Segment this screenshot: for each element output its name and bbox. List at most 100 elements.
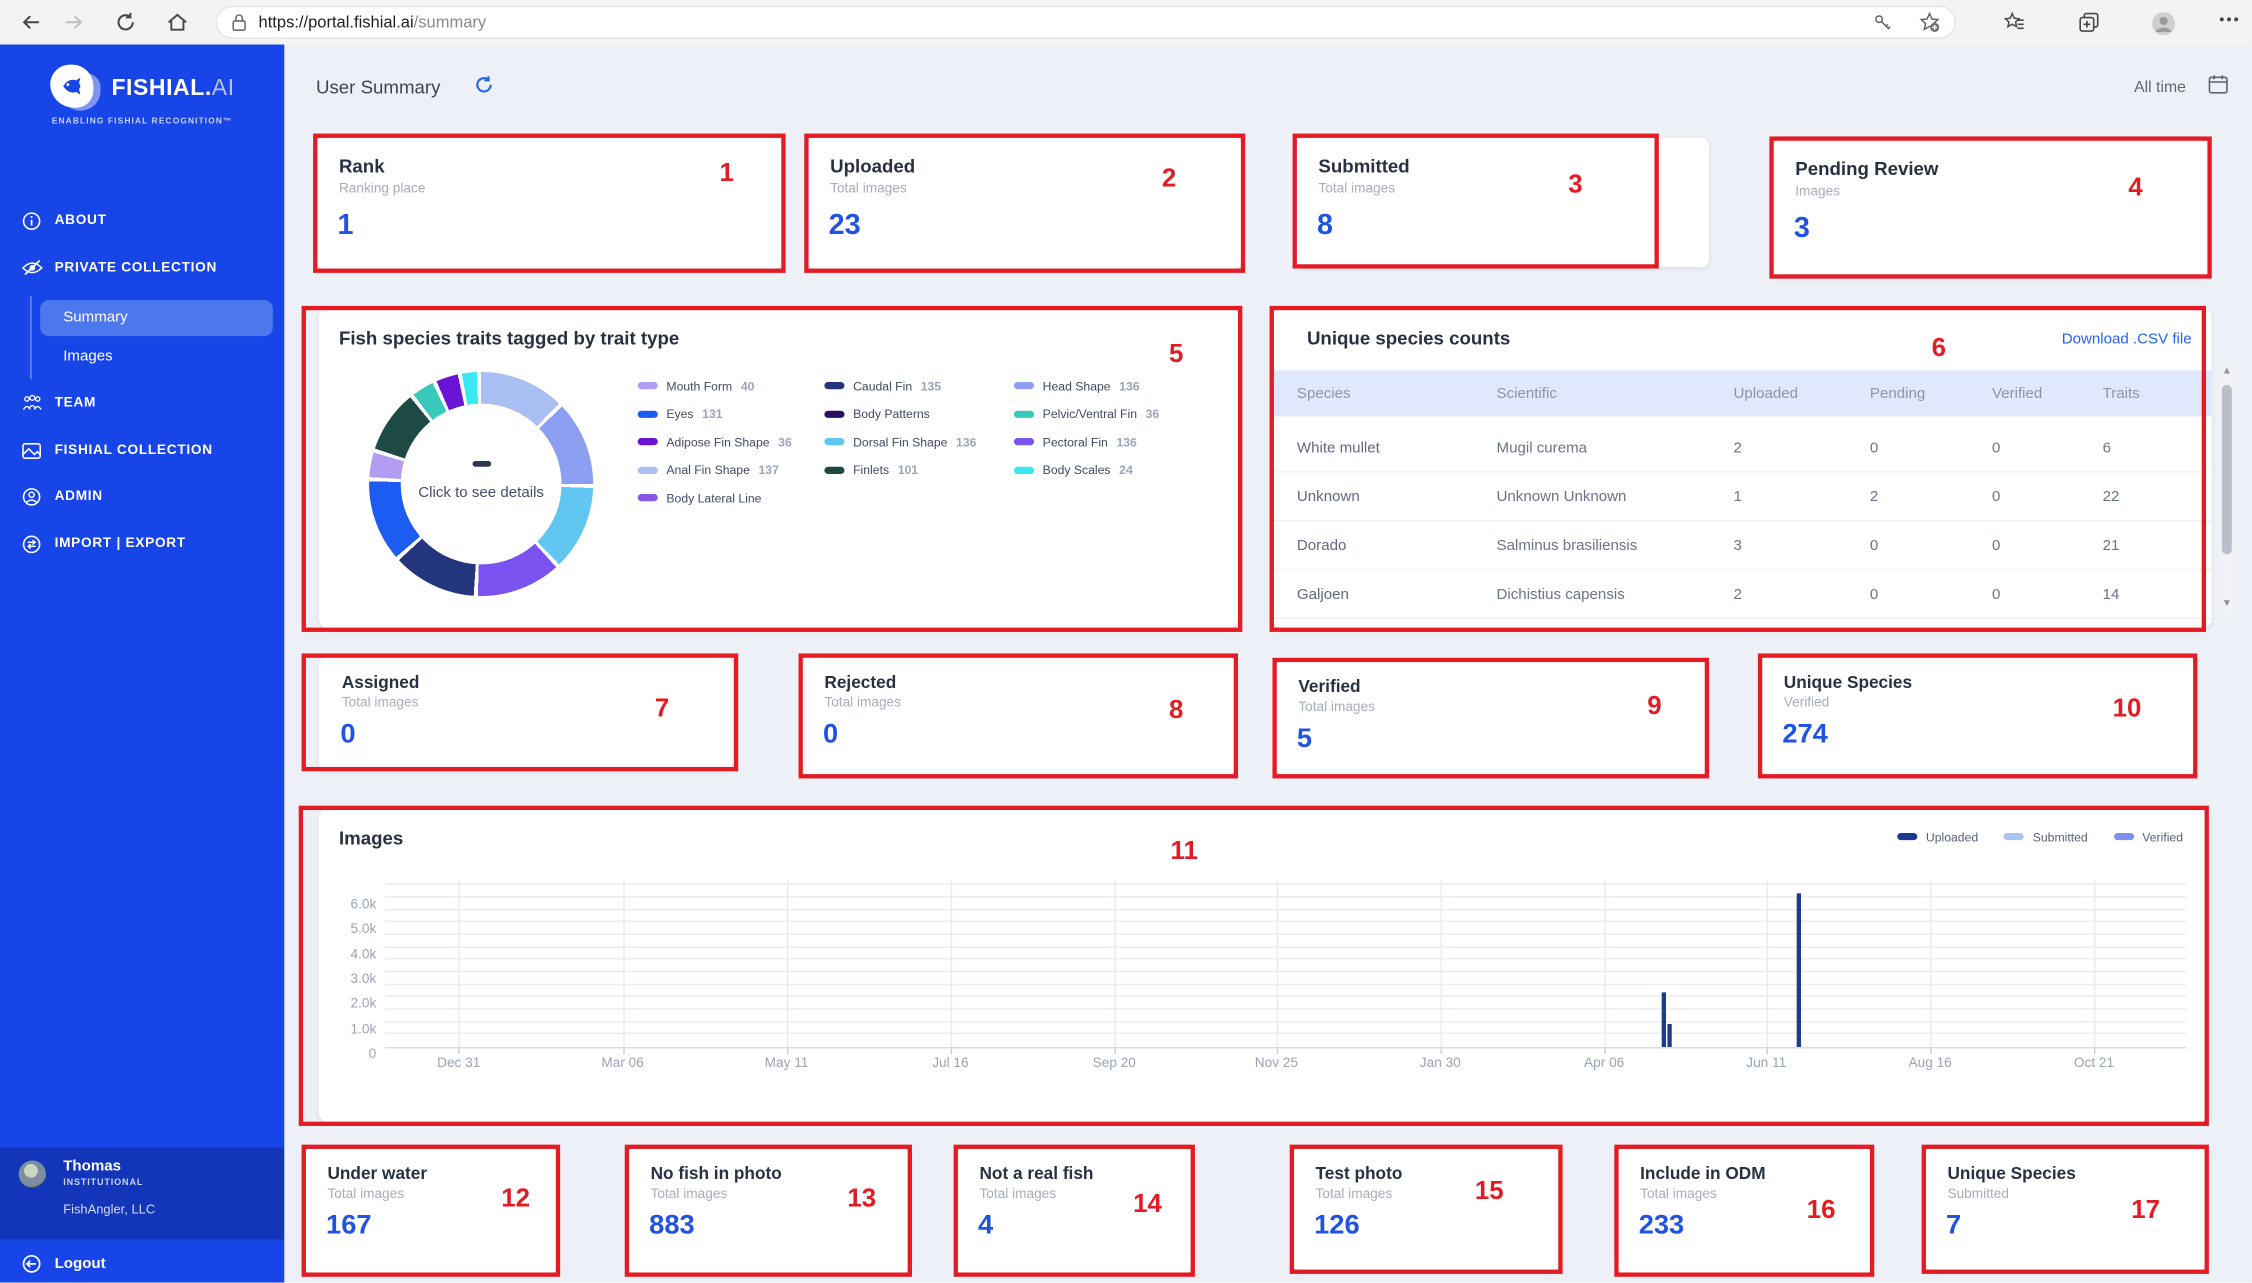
images-chart-title: Images <box>339 827 403 849</box>
x-tick-label: Sep 20 <box>1093 1056 1136 1072</box>
eye-off-icon <box>22 259 42 279</box>
gridline-v <box>1930 880 1931 1047</box>
add-favorite-icon[interactable] <box>1919 11 1941 33</box>
chart-bar <box>1667 1023 1671 1047</box>
gridline-h <box>385 884 2186 885</box>
gridline-h <box>385 983 2186 984</box>
images-chart-card: Images Uploaded Submitted Verified 0 1.0k… <box>319 809 2209 1122</box>
legend-swatch <box>1014 382 1034 389</box>
table-row: GaljoenDichistius capensis20014 <box>1272 570 2211 619</box>
legend-item: Mouth Form40 <box>638 378 792 394</box>
info-icon <box>22 211 42 231</box>
traits-donut-wrap[interactable]: Click to see details <box>369 372 593 596</box>
legend-swatch <box>638 438 658 445</box>
sidebar-item-team[interactable]: TEAM <box>0 391 284 420</box>
admin-icon <box>22 487 42 507</box>
legend-item: Caudal Fin135 <box>824 378 976 394</box>
sidebar-item-private-collection[interactable]: PRIVATE COLLECTION <box>0 256 284 285</box>
table-row: UnknownUnknown Unknown12022 <box>1272 473 2211 522</box>
sidebar-subitem-summary-label[interactable]: Summary <box>63 309 128 326</box>
more-menu-icon[interactable] <box>2219 16 2241 38</box>
gridline-v <box>1440 880 1441 1047</box>
profile-avatar[interactable] <box>2151 11 2173 33</box>
page-title: User Summary <box>316 76 441 98</box>
back-icon[interactable] <box>20 11 42 33</box>
gridline-v <box>2094 880 2095 1047</box>
scroll-up-icon[interactable]: ▲ <box>2220 366 2233 377</box>
calendar-icon[interactable] <box>2207 73 2229 95</box>
stat-card-verified: Verified Total images 5 <box>1275 661 1706 776</box>
legend-swatch <box>824 466 844 473</box>
y-tick-label: 1.0k <box>350 1021 376 1037</box>
stat-card-submitted: Submitted Total images 8 <box>1295 138 1709 267</box>
x-tick-label: Dec 31 <box>437 1056 480 1072</box>
gridline-h <box>385 1033 2186 1034</box>
browser-bar: https://portal.fishial.ai/summary <box>0 0 2252 46</box>
refresh-data-icon[interactable] <box>474 75 494 95</box>
sidebar-item-admin[interactable]: ADMIN <box>0 484 284 513</box>
logout-icon <box>22 1254 42 1274</box>
x-tick-label: Nov 25 <box>1255 1056 1298 1072</box>
legend-item: Verified <box>2114 829 2183 845</box>
legend-item: Head Shape136 <box>1014 378 1159 394</box>
images-y-axis: 01.0k2.0k3.0k4.0k5.0k6.0k <box>319 880 376 1047</box>
home-icon[interactable] <box>167 11 189 33</box>
legend-item: Uploaded <box>1897 829 1978 845</box>
forward-icon[interactable] <box>63 11 85 33</box>
user-section: Thomas INSTITUTIONAL FishAngler, LLC <box>0 1148 284 1240</box>
legend-swatch <box>824 382 844 389</box>
y-tick-label: 4.0k <box>350 947 376 963</box>
download-csv-link[interactable]: Download .CSV file <box>2062 330 2192 347</box>
traits-card: Fish species traits tagged by trait type… <box>319 309 1238 628</box>
stat-card-test-photo: Test photo Total images 126 <box>1293 1148 1560 1272</box>
y-tick-label: 6.0k <box>350 897 376 913</box>
x-tick-mark <box>1440 1048 1441 1054</box>
logout-button[interactable]: Logout <box>0 1251 284 1283</box>
gridline-h <box>385 971 2186 972</box>
stat-card-uploaded: Uploaded Total images 23 <box>807 138 1242 269</box>
sidebar-item-import-export[interactable]: IMPORT | EXPORT <box>0 531 284 560</box>
sidebar-item-about[interactable]: ABOUT <box>0 208 284 237</box>
gridline-v <box>459 880 460 1047</box>
collections-icon[interactable] <box>2078 11 2100 33</box>
traits-card-title: Fish species traits tagged by trait type <box>339 327 679 349</box>
y-tick-label: 0 <box>369 1046 377 1062</box>
x-tick-mark <box>787 1048 788 1054</box>
scroll-down-icon[interactable]: ▼ <box>2220 599 2233 610</box>
address-bar[interactable]: https://portal.fishial.ai/summary <box>215 6 1956 39</box>
species-table-card: Unique species counts Download .CSV file… <box>1272 309 2211 628</box>
table-scrollbar[interactable]: ▲ ▼ <box>2219 362 2235 615</box>
x-tick-label: Jul 16 <box>932 1056 968 1072</box>
images-plot <box>385 880 2186 1048</box>
gridline-v <box>1114 880 1115 1047</box>
refresh-page-icon[interactable] <box>115 11 137 33</box>
gridline-v <box>1276 880 1277 1047</box>
donut-center-label: Click to see details <box>401 484 562 501</box>
legend-item: Eyes131 <box>638 406 792 422</box>
table-row: White mulletMugil curema2006 <box>1272 424 2211 473</box>
x-tick-mark <box>459 1048 460 1054</box>
password-key-icon[interactable] <box>1873 12 1893 32</box>
legend-swatch <box>1014 466 1034 473</box>
scrollbar-thumb[interactable] <box>2222 385 2232 554</box>
legend-item: Submitted <box>2004 829 2088 845</box>
sidebar-subitem-images[interactable]: Images <box>63 348 112 365</box>
gridline-h <box>385 1021 2186 1022</box>
gridline-h <box>385 996 2186 997</box>
stat-card-not-real-fish: Not a real fish Total images 4 <box>957 1148 1193 1274</box>
date-range-selector[interactable]: All time <box>2134 79 2186 96</box>
traits-donut-hole: Click to see details <box>401 404 562 565</box>
x-tick-label: Apr 06 <box>1584 1056 1624 1072</box>
sidebar-item-fishial-collection[interactable]: FISHIAL COLLECTION <box>0 438 284 467</box>
y-tick-label: 3.0k <box>350 972 376 988</box>
sidebar: FISHIAL.AI ENABLING FISHIAL RECOGNITION™… <box>0 45 284 1283</box>
favorites-icon[interactable] <box>2003 11 2025 33</box>
user-org: FishAngler, LLC <box>63 1202 155 1216</box>
x-tick-mark <box>623 1048 624 1054</box>
stat-card-rejected: Rejected Total images 0 <box>801 656 1235 775</box>
gridline-h <box>385 946 2186 947</box>
x-tick-mark <box>1114 1048 1115 1054</box>
main-content: User Summary All time Rank Ranking place… <box>284 45 2252 1283</box>
stat-card-include-odm: Include in ODM Total images 233 <box>1617 1148 1871 1274</box>
legend-swatch <box>1014 438 1034 445</box>
